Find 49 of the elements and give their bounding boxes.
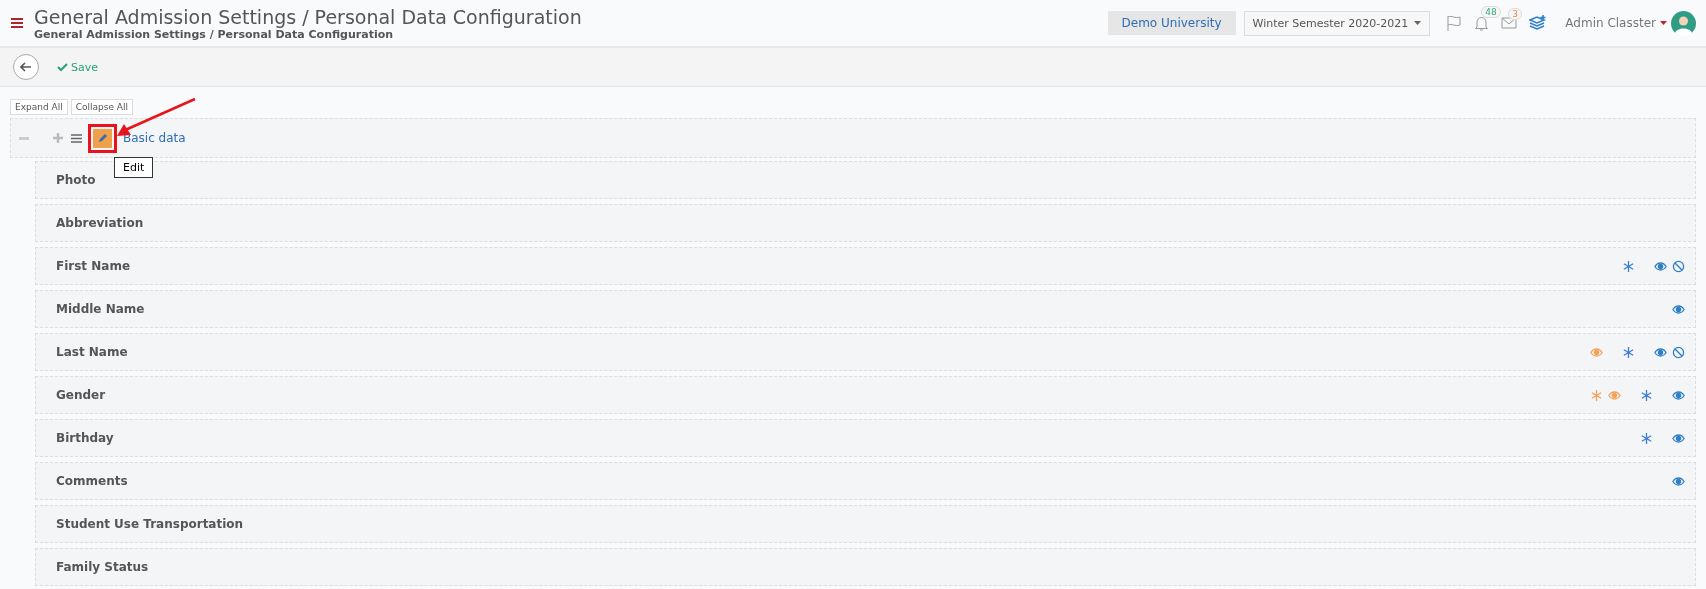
field-label: Gender [56, 388, 107, 402]
asterisk-icon [1622, 345, 1635, 359]
back-button[interactable] [13, 54, 39, 80]
asterisk-icon [1622, 259, 1635, 273]
expand-all-button[interactable]: Expand All [10, 99, 68, 115]
field-label: Abbreviation [56, 216, 145, 230]
eye-icon [1672, 302, 1685, 316]
layers-icon[interactable] [1529, 15, 1548, 31]
field-label: Family Status [56, 560, 150, 574]
eye-icon [1608, 388, 1621, 402]
menu-icon[interactable] [10, 17, 24, 29]
breadcrumb: General Admission Settings / Personal Data Configuration [34, 27, 395, 41]
field-label: Middle Name [56, 302, 146, 316]
field-label: Student Use Transportation [56, 517, 245, 531]
eye-icon [1590, 345, 1603, 359]
collapse-all-button[interactable]: Collapse All [70, 99, 133, 115]
page-title: General Admission Settings / Personal Data Configuration [34, 5, 583, 28]
message-count: 3 [1508, 8, 1523, 20]
caret-icon [1414, 21, 1422, 25]
ban-icon [1672, 345, 1685, 359]
field-label: Birthday [56, 431, 115, 445]
flag-icon[interactable] [1446, 15, 1463, 31]
user-name[interactable]: Admin Classter [1565, 16, 1656, 30]
check-icon [57, 62, 68, 72]
semester-dropdown[interactable]: Winter Semester 2020-2021 [1243, 10, 1431, 36]
drag-handle-icon[interactable] [71, 133, 82, 143]
caret-icon[interactable] [1660, 21, 1667, 25]
field-label: Photo [56, 173, 97, 187]
asterisk-icon [1640, 388, 1653, 402]
asterisk-icon [1590, 388, 1603, 402]
asterisk-icon [1640, 431, 1653, 445]
edit-tooltip: Edit [114, 157, 154, 178]
eye-icon [1672, 431, 1685, 445]
bell-icon[interactable] [1474, 15, 1490, 31]
user-avatar[interactable] [1671, 10, 1696, 36]
eye-icon [1672, 474, 1685, 488]
edit-button[interactable] [93, 128, 112, 148]
field-label: Last Name [56, 345, 129, 359]
eye-icon [1654, 345, 1667, 359]
field-label: Comments [56, 474, 129, 488]
eye-icon [1654, 259, 1667, 273]
notification-count: 48 [1481, 6, 1501, 18]
pencil-icon [97, 133, 108, 143]
arrow-left-icon [20, 61, 32, 73]
eye-icon [1672, 388, 1685, 402]
institution-label: Demo University [1107, 11, 1236, 35]
envelope-icon[interactable] [1501, 17, 1518, 29]
field-label: First Name [56, 259, 132, 273]
ban-icon [1672, 259, 1685, 273]
